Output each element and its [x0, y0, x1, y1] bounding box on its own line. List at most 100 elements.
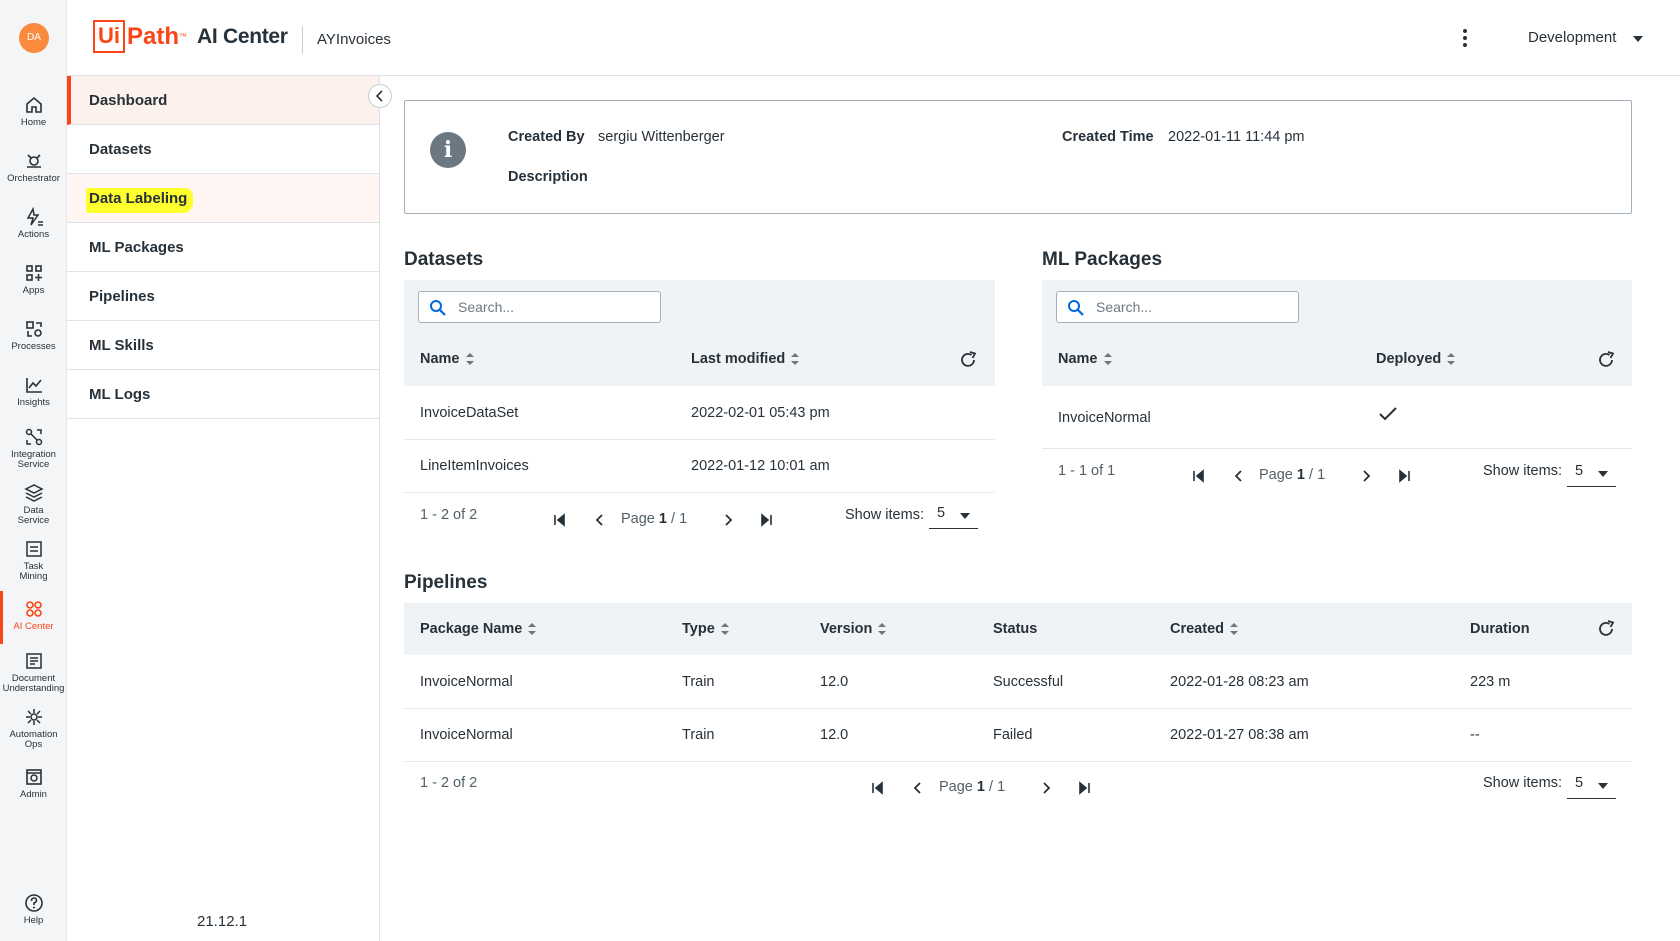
rail-item-automation-ops[interactable]: Automation Ops: [0, 707, 67, 750]
total-pages: 1: [679, 511, 688, 527]
page-label: Page: [939, 779, 973, 795]
column-label: Type: [682, 621, 715, 637]
header-divider: [302, 26, 303, 54]
project-name: AYInvoices: [317, 31, 391, 48]
datasets-page-indicator: Page 1 / 1: [621, 511, 687, 527]
collapse-sidenav-button[interactable]: [368, 84, 392, 108]
rail-label: Actions: [17, 229, 50, 240]
rail-label: Task Mining: [19, 561, 48, 582]
help-icon: [24, 894, 43, 912]
processes-icon: [25, 321, 42, 337]
user-avatar[interactable]: DA: [19, 23, 49, 53]
ml-packages-search-input[interactable]: [1096, 297, 1286, 317]
pipeline-version: 12.0: [820, 727, 849, 743]
pipeline-status: Failed: [993, 727, 1033, 743]
pipelines-col-package-name[interactable]: Package Name: [420, 621, 537, 637]
nav-datasets[interactable]: Datasets: [67, 125, 379, 174]
nav-data-labeling[interactable]: Data Labeling: [67, 174, 379, 223]
rail-item-insights[interactable]: Insights: [0, 375, 67, 408]
last-page-icon[interactable]: [758, 512, 774, 528]
pipelines-col-version[interactable]: Version: [820, 621, 887, 637]
rail-item-processes[interactable]: Processes: [0, 319, 67, 352]
sort-icon: [878, 623, 887, 636]
ml-packages-refresh-icon[interactable]: [1596, 350, 1616, 370]
rail-item-ai-center[interactable]: AI Center: [0, 591, 67, 644]
actions-icon: [26, 207, 43, 226]
row-divider: [404, 439, 995, 440]
rail-item-orchestrator[interactable]: Orchestrator: [0, 151, 67, 184]
pipeline-package-name[interactable]: InvoiceNormal: [420, 674, 513, 690]
next-page-icon[interactable]: [1038, 780, 1054, 796]
page-size-value: 5: [1575, 463, 1584, 479]
pipelines-refresh-icon[interactable]: [1596, 619, 1616, 639]
task-mining-icon: [25, 541, 42, 557]
environment-select[interactable]: Development: [1528, 29, 1616, 46]
datasets-page-size-select[interactable]: 5: [929, 503, 978, 529]
logo-ui: Ui: [93, 20, 125, 53]
automation-ops-icon: [25, 709, 42, 725]
rail-label: Apps: [22, 285, 45, 296]
page-label: Page: [621, 511, 655, 527]
last-page-icon[interactable]: [1076, 780, 1092, 796]
more-options-icon[interactable]: [1459, 26, 1471, 52]
rail-label: Insights: [17, 397, 50, 408]
sort-icon: [720, 623, 729, 636]
rail-label: Data Service: [17, 505, 50, 526]
rail-item-data-service[interactable]: Data Service: [0, 483, 67, 526]
ml-packages-col-deployed[interactable]: Deployed: [1376, 351, 1456, 367]
datasets-col-last-modified[interactable]: Last modified: [691, 351, 800, 367]
nav-ml-skills[interactable]: ML Skills: [67, 321, 379, 370]
description-label: Description: [508, 169, 588, 185]
prev-page-icon[interactable]: [910, 780, 926, 796]
ml-packages-search[interactable]: [1056, 291, 1299, 323]
pipelines-page-indicator: Page 1 / 1: [939, 779, 1005, 795]
pipeline-version: 12.0: [820, 674, 849, 690]
sort-icon: [1447, 353, 1456, 366]
rail-item-integration-service[interactable]: Integration Service: [0, 427, 67, 470]
rail-item-apps[interactable]: Apps: [0, 263, 67, 296]
ml-packages-col-name[interactable]: Name: [1058, 351, 1112, 367]
data-service-icon: [23, 484, 44, 502]
nav-dashboard[interactable]: Dashboard: [67, 76, 379, 125]
last-page-icon[interactable]: [1396, 468, 1412, 484]
pipelines-page-size-select[interactable]: 5: [1567, 773, 1616, 799]
pipeline-package-name[interactable]: InvoiceNormal: [420, 727, 513, 743]
rail-item-home[interactable]: Home: [0, 95, 67, 128]
datasets-col-name[interactable]: Name: [420, 351, 474, 367]
first-page-icon[interactable]: [870, 780, 886, 796]
nav-ml-logs[interactable]: ML Logs: [67, 370, 379, 419]
datasets-refresh-icon[interactable]: [958, 350, 978, 370]
ml-packages-page-size-select[interactable]: 5: [1567, 461, 1616, 487]
pipelines-col-created[interactable]: Created: [1170, 621, 1238, 637]
rail-item-task-mining[interactable]: Task Mining: [0, 539, 67, 582]
ml-package-name[interactable]: InvoiceNormal: [1058, 410, 1151, 426]
rail-item-help[interactable]: Help: [0, 893, 67, 926]
next-page-icon[interactable]: [720, 512, 736, 528]
chevron-down-icon[interactable]: [1633, 36, 1643, 42]
rail-item-document-understanding[interactable]: Document Understanding: [0, 651, 67, 694]
column-label: Last modified: [691, 351, 786, 367]
column-label: Status: [993, 621, 1038, 637]
rail-item-actions[interactable]: Actions: [0, 207, 67, 240]
rail-item-admin[interactable]: Admin: [0, 767, 67, 800]
logo-path: Path: [127, 22, 180, 50]
pipelines-col-type[interactable]: Type: [682, 621, 729, 637]
sort-icon: [1103, 353, 1112, 366]
dataset-name[interactable]: LineItemInvoices: [420, 458, 529, 474]
uipath-logo[interactable]: Ui Path ™ AI Center: [93, 20, 288, 53]
first-page-icon[interactable]: [552, 512, 568, 528]
page-separator: /: [671, 511, 676, 527]
first-page-icon[interactable]: [1191, 468, 1207, 484]
next-page-icon[interactable]: [1358, 468, 1374, 484]
top-header: Ui Path ™ AI Center AYInvoices Developme…: [67, 0, 1680, 76]
datasets-search-input[interactable]: [458, 297, 648, 317]
prev-page-icon[interactable]: [592, 512, 608, 528]
home-icon: [25, 96, 42, 113]
prev-page-icon[interactable]: [1231, 468, 1247, 484]
datasets-search[interactable]: [418, 291, 661, 323]
nav-pipelines[interactable]: Pipelines: [67, 272, 379, 321]
column-label: Name: [420, 351, 460, 367]
dataset-name[interactable]: InvoiceDataSet: [420, 405, 518, 421]
nav-ml-packages[interactable]: ML Packages: [67, 223, 379, 272]
ml-packages-page-indicator: Page 1 / 1: [1259, 467, 1325, 483]
